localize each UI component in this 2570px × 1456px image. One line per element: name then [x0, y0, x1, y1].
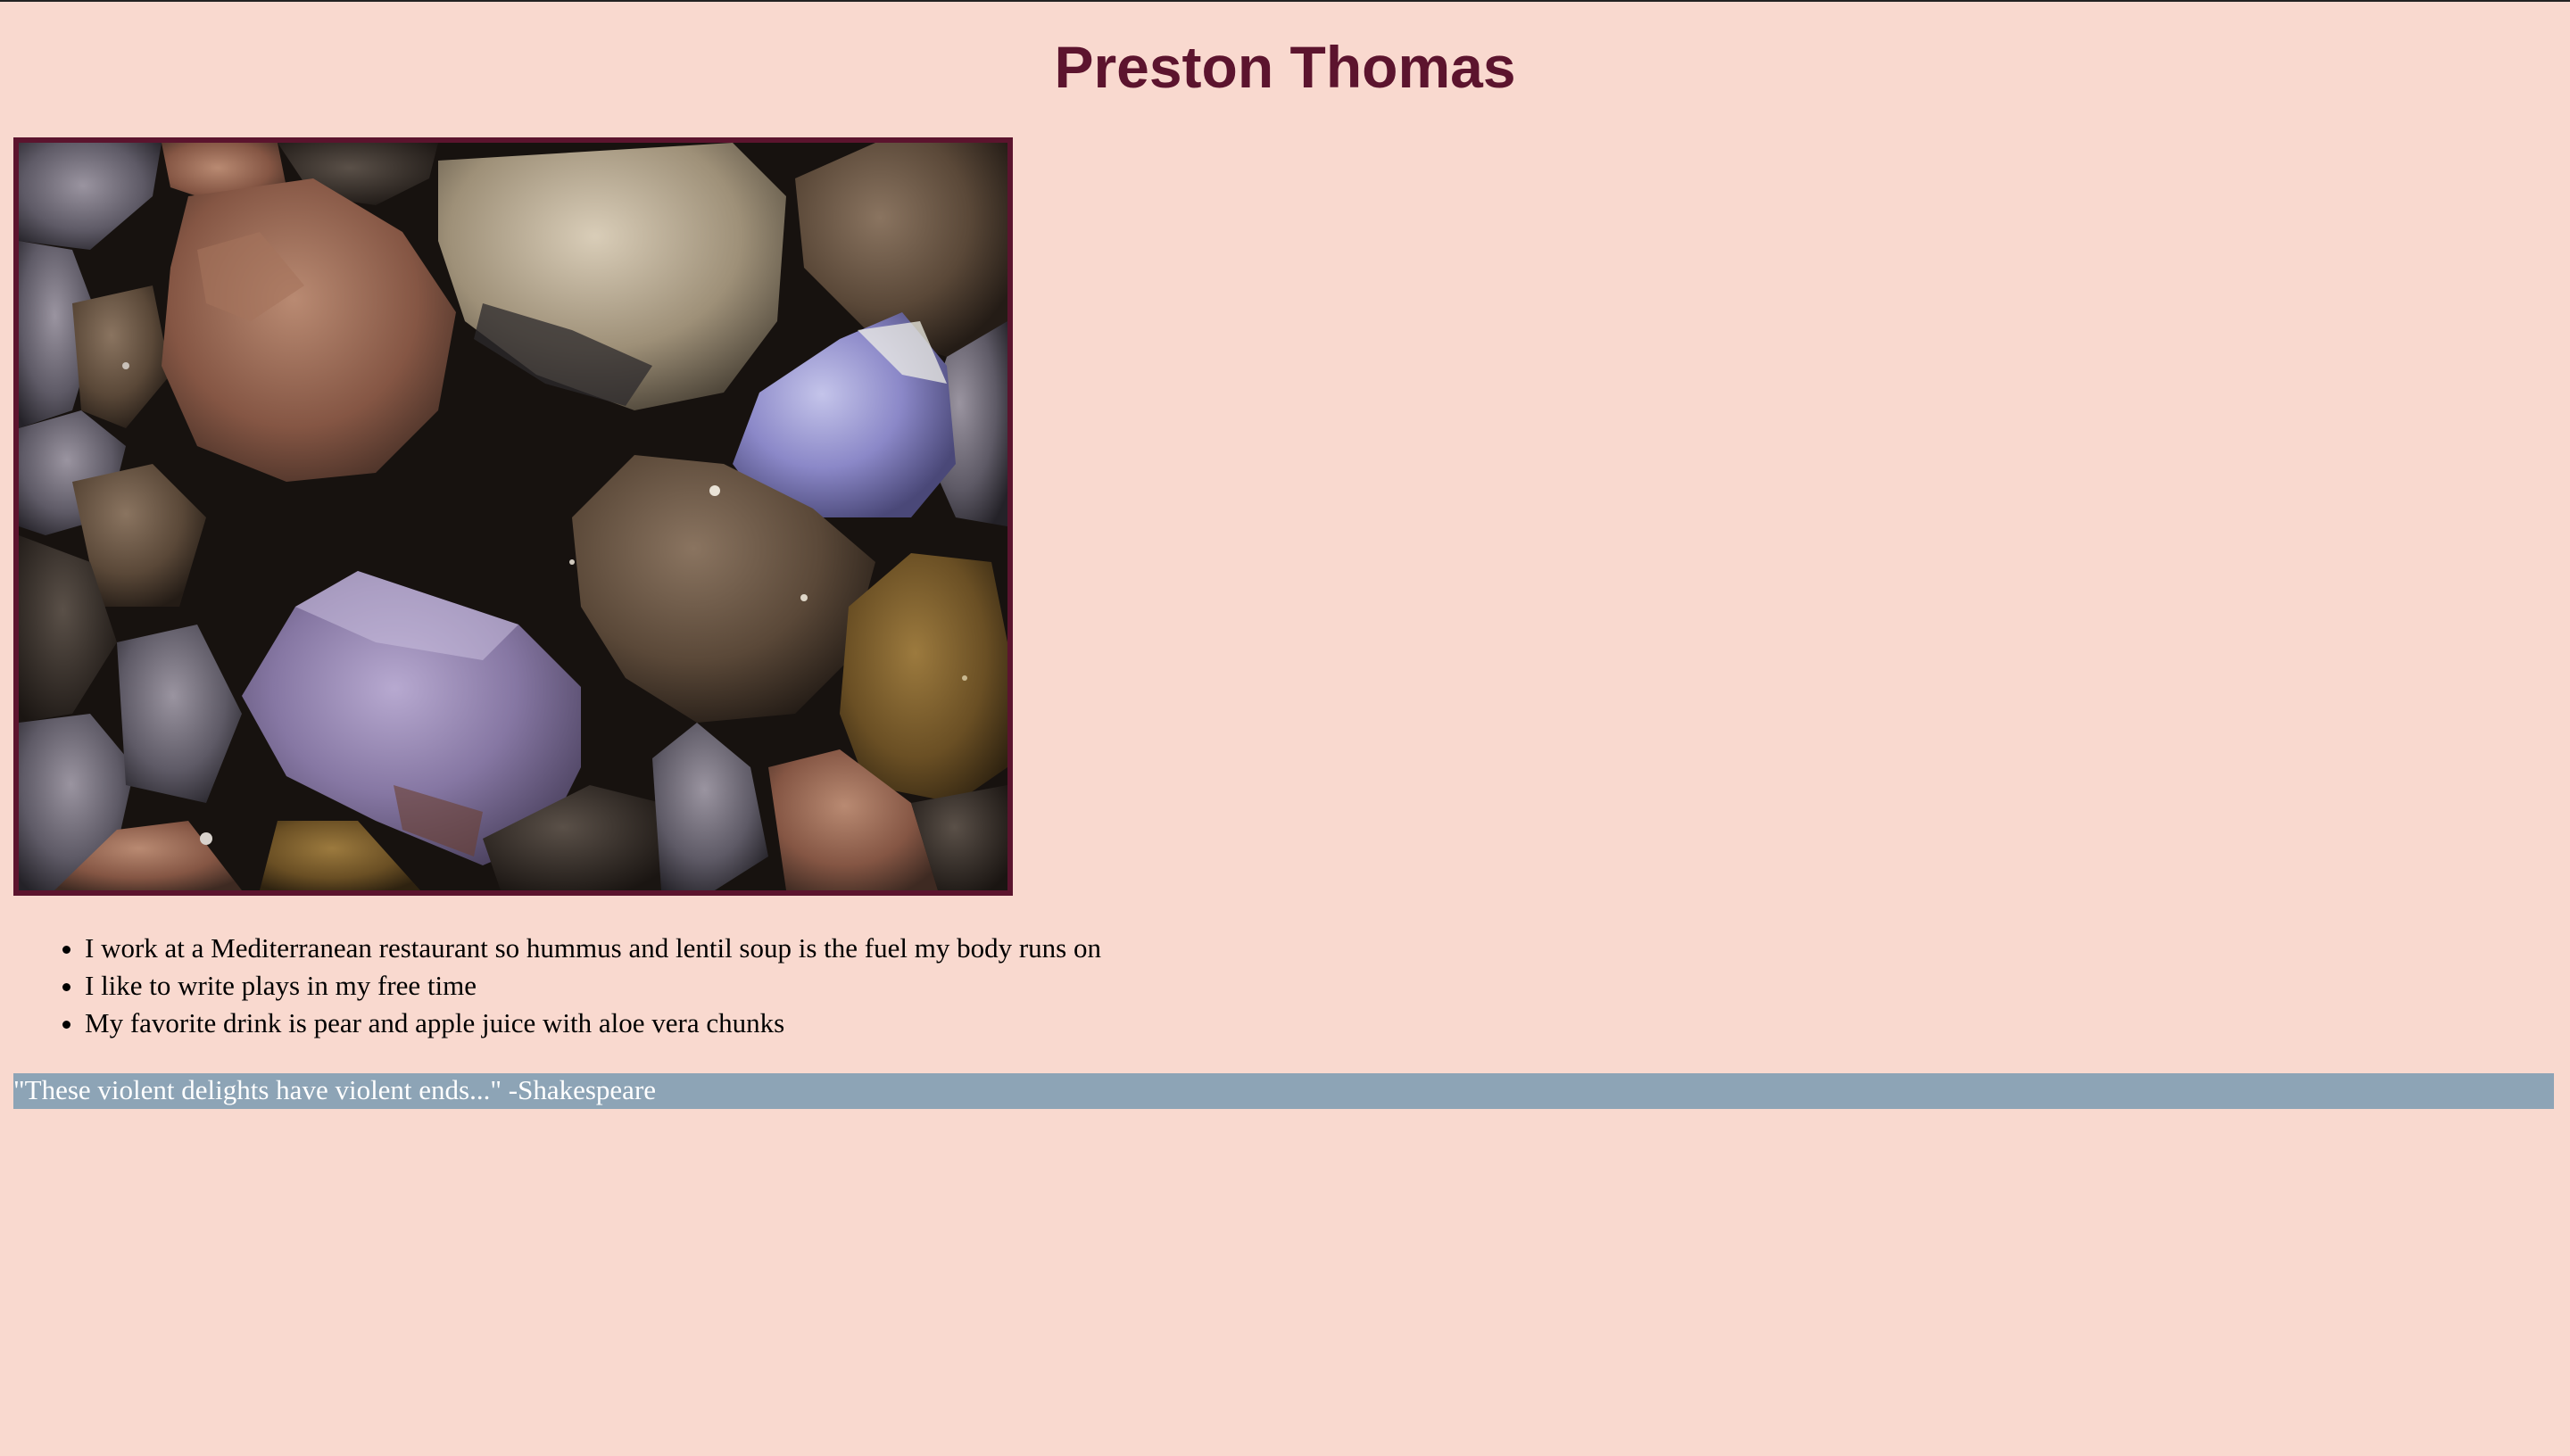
facts-list: I work at a Mediterranean restaurant so …: [13, 930, 1101, 1042]
page: Preston Thomas • I work at a Mediterrane…: [0, 2, 2570, 1456]
rocks-photo-illustration: [19, 143, 1007, 890]
list-item: I like to write plays in my free time: [85, 967, 1101, 1005]
page-title: Preston Thomas: [1054, 34, 1516, 100]
list-item: My favorite drink is pear and apple juic…: [85, 1005, 1101, 1042]
quote-bar: "These violent delights have violent end…: [13, 1073, 2554, 1109]
list-item: I work at a Mediterranean restaurant so …: [85, 930, 1101, 967]
quote-text: "These violent delights have violent end…: [13, 1074, 657, 1105]
rocks-photo: [13, 137, 1013, 896]
